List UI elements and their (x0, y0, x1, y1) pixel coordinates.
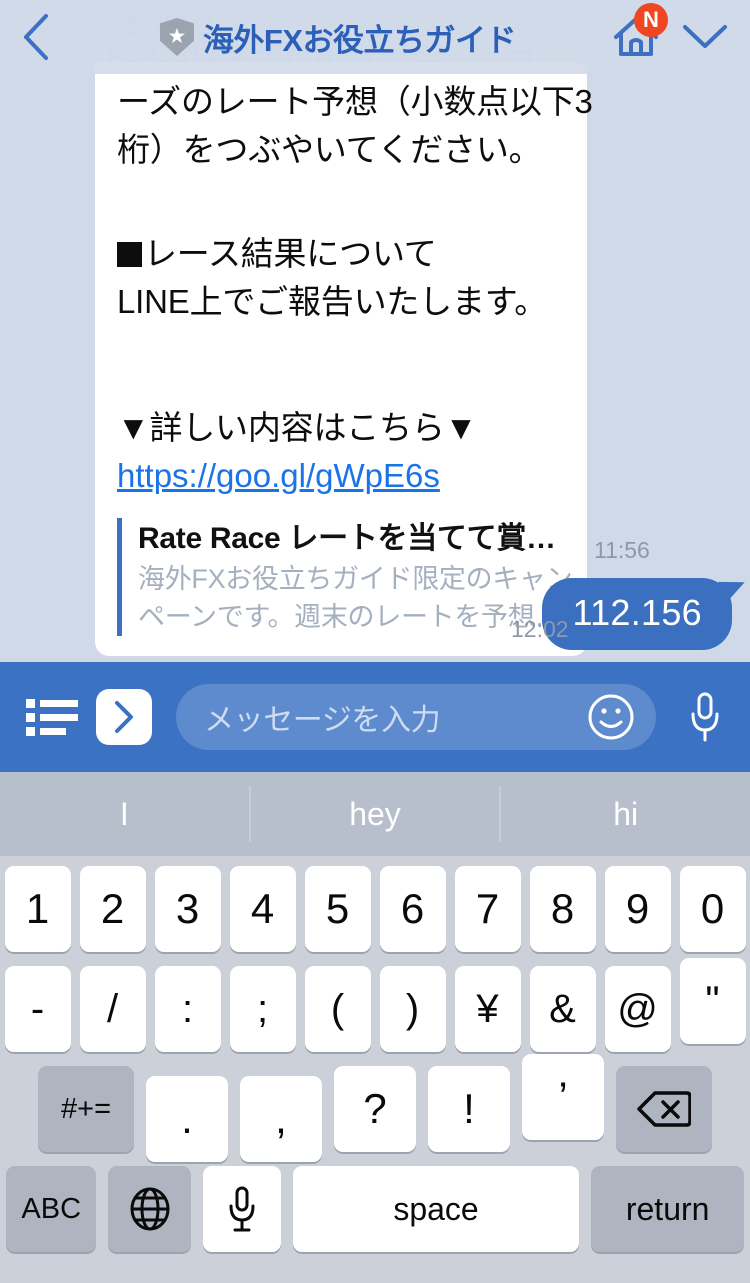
key-0[interactable]: 0 (679, 866, 746, 952)
backspace-delete-icon (637, 1091, 691, 1127)
received-message-timestamp: 11:56 (594, 537, 650, 563)
key-question[interactable]: ? (334, 1066, 416, 1152)
microphone-icon (229, 1186, 255, 1232)
official-account-shield-star-icon: ★ (159, 18, 194, 56)
message-link[interactable]: https://goo.gl/gWpE6s (117, 457, 440, 494)
received-message-bubble[interactable]: ーズのレート予想（小数点以下3 桁）をつぶやいてください。 レース結果について … (95, 62, 593, 656)
key-colon[interactable]: : (154, 966, 221, 1052)
notification-badge: N (634, 3, 668, 37)
key-backspace[interactable] (616, 1066, 712, 1152)
page-title: 海外FXお役立ちガイド (202, 22, 517, 58)
key-1[interactable]: 1 (4, 866, 71, 952)
link-preview-title: Rate Race レートを当てて賞… (138, 522, 556, 555)
bullet-square-icon (117, 242, 142, 267)
key-ampersand[interactable]: & (529, 966, 596, 1052)
chat-header: ★ 海外FXお役立ちガイド N (0, 0, 750, 74)
bubble-tail (718, 578, 748, 608)
sent-message-timestamp: 12:02 (511, 616, 569, 642)
chevron-left-icon (24, 14, 48, 60)
suggestion-item[interactable]: I (0, 786, 249, 842)
message-line: ーズのレート予想（小数点以下3 (117, 83, 593, 120)
home-button[interactable]: N (610, 3, 668, 63)
message-input-field[interactable]: メッセージを入力 (176, 684, 656, 750)
message-line: 桁）をつぶやいてください。 (117, 131, 542, 168)
keyboard-row-numbers: 1 2 3 4 5 6 7 8 9 0 (0, 866, 750, 952)
key-apostrophe[interactable]: ’ (522, 1054, 604, 1140)
key-period[interactable]: . (146, 1076, 228, 1162)
key-hyphen[interactable]: - (4, 966, 71, 1052)
key-abc[interactable]: ABC (6, 1166, 97, 1252)
key-exclamation[interactable]: ! (428, 1066, 510, 1152)
suggestion-item[interactable]: hey (248, 786, 500, 842)
link-preview-description: ペーンです。週末のレートを予想… (138, 602, 562, 632)
key-5[interactable]: 5 (304, 866, 371, 952)
header-actions: N (610, 3, 750, 63)
message-cta-line: ▼詳しい内容はこちら▼ (117, 409, 478, 446)
keyboard-row-punctuation: #+= . , ? ! ’ (0, 1054, 750, 1162)
line-chat-screen: 参加方法 上記期日までに9/21（金）クロ ーズのレート予想（小数点以下3 桁）… (0, 0, 750, 1283)
section-heading-text: レース結果について (144, 235, 437, 272)
chevron-down-icon (683, 24, 727, 48)
key-quote[interactable]: " (679, 958, 746, 1044)
globe-language-icon (130, 1187, 170, 1231)
key-symbols-toggle[interactable]: #+= (38, 1066, 134, 1152)
key-space[interactable]: space (292, 1166, 580, 1252)
key-3[interactable]: 3 (154, 866, 221, 952)
chat-title-group[interactable]: ★ 海外FXお役立ちガイド (66, 15, 610, 60)
sent-message-bubble[interactable]: 112.156 (542, 578, 748, 650)
predictive-suggestion-bar: I hey hi (0, 772, 750, 856)
suggestion-item[interactable]: hi (499, 786, 750, 842)
key-6[interactable]: 6 (379, 866, 446, 952)
key-yen[interactable]: ¥ (454, 966, 521, 1052)
key-7[interactable]: 7 (454, 866, 521, 952)
voice-message-button[interactable] (674, 690, 736, 744)
sent-message-text: 112.156 (572, 592, 702, 633)
key-2[interactable]: 2 (79, 866, 146, 952)
key-9[interactable]: 9 (604, 866, 671, 952)
back-button[interactable] (0, 0, 72, 74)
link-preview-card[interactable]: Rate Race レートを当てて賞… 海外FXお役立ちガイド限定のキャン ペー… (117, 518, 573, 636)
on-screen-keyboard: 1 2 3 4 5 6 7 8 9 0 - / : ; ( ) ¥ & @ " … (0, 856, 750, 1283)
keyboard-row-symbols: - / : ; ( ) ¥ & @ " (0, 958, 750, 1052)
smiley-face-icon[interactable] (586, 692, 636, 742)
key-globe[interactable] (108, 1166, 192, 1252)
menu-list-icon (26, 699, 78, 736)
key-dictation[interactable] (203, 1166, 281, 1252)
chevron-right-icon (115, 701, 133, 733)
menu-button[interactable] (14, 695, 90, 739)
message-section-heading: レース結果について (117, 230, 565, 278)
microphone-icon (691, 692, 719, 742)
key-at[interactable]: @ (604, 966, 671, 1052)
key-paren-open[interactable]: ( (304, 966, 371, 1052)
key-4[interactable]: 4 (229, 866, 296, 952)
chat-message-list[interactable]: 参加方法 上記期日までに9/21（金）クロ ーズのレート予想（小数点以下3 桁）… (0, 0, 750, 662)
key-8[interactable]: 8 (529, 866, 596, 952)
message-input-bar: メッセージを入力 (0, 662, 750, 772)
key-return[interactable]: return (591, 1166, 744, 1252)
key-semicolon[interactable]: ; (229, 966, 296, 1052)
keyboard-row-bottom: ABC space return (0, 1166, 750, 1252)
key-comma[interactable]: , (240, 1076, 322, 1162)
sent-message-row: 112.156 (542, 578, 748, 650)
collapse-button[interactable] (680, 15, 730, 60)
key-paren-close[interactable]: ) (379, 966, 446, 1052)
link-preview-description: 海外FXお役立ちガイド限定のキャン (138, 564, 573, 594)
key-slash[interactable]: / (79, 966, 146, 1052)
expand-toolbar-button[interactable] (96, 689, 152, 745)
message-line: LINE上でご報告いたします。 (117, 283, 548, 320)
message-input-placeholder: メッセージを入力 (204, 704, 441, 737)
